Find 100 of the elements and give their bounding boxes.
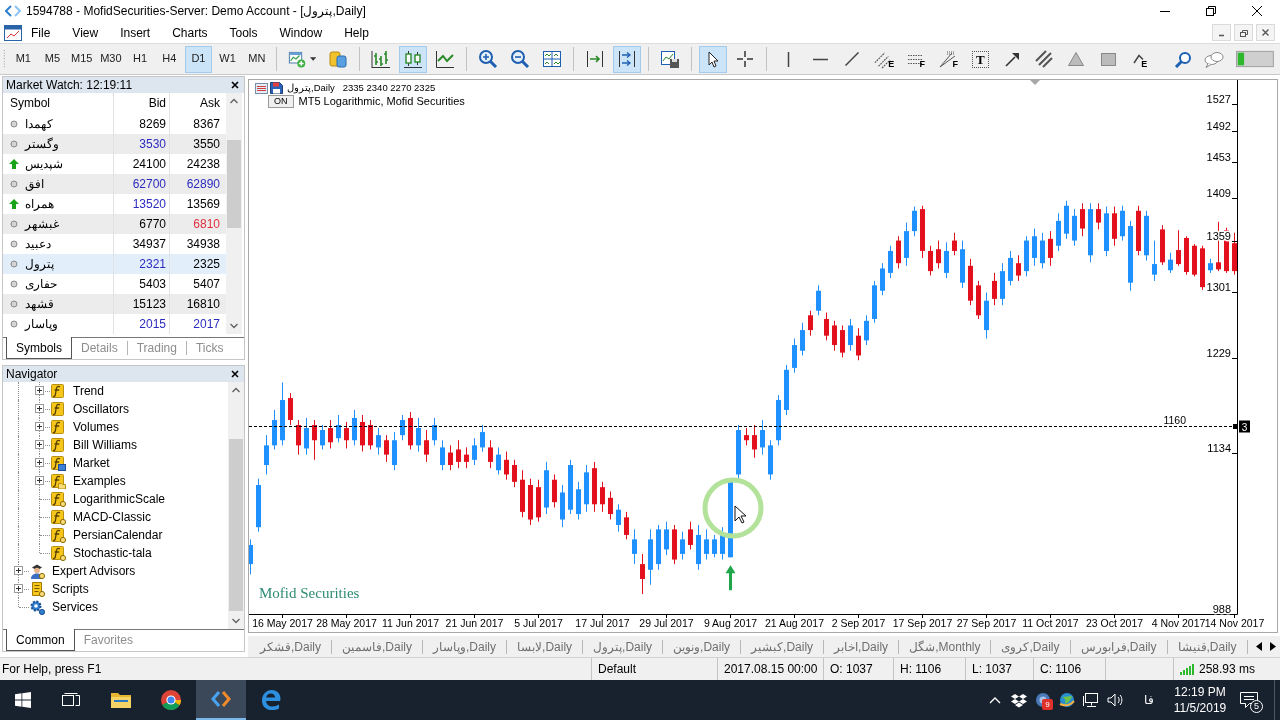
notifications-button[interactable]: 5	[1230, 680, 1268, 720]
candle	[664, 521, 669, 556]
chart-tab[interactable]: وپاسار,Daily	[423, 639, 508, 654]
timeframe-button[interactable]: MN	[243, 45, 271, 73]
chart-tab[interactable]: ونوین,Daily	[663, 639, 742, 654]
candle	[904, 222, 909, 267]
tree-item[interactable]: PersianCalendar	[73, 527, 163, 543]
expand-toggle[interactable]	[35, 422, 44, 431]
menu-item[interactable]: Window	[268, 22, 334, 43]
chart-restore-button[interactable]	[1234, 24, 1253, 41]
menu-item[interactable]: Charts	[161, 22, 219, 43]
expand-toggle[interactable]	[14, 584, 23, 593]
panel-tab[interactable]: Common	[6, 629, 75, 651]
panel-tab[interactable]: Ticks	[185, 341, 233, 355]
candle	[560, 484, 565, 528]
chart-close-button[interactable]	[1256, 24, 1275, 41]
text-tool-button[interactable]: T	[966, 45, 995, 73]
column-header[interactable]: Bid	[113, 93, 169, 114]
channel-button[interactable]: E	[870, 45, 899, 73]
tree-item[interactable]: Oscillators	[73, 401, 129, 417]
bid-price: 2015	[139, 316, 166, 332]
tree-item[interactable]: Bill Williams	[73, 437, 137, 453]
close-icon[interactable]	[231, 81, 239, 89]
auto-scroll-button[interactable]	[613, 45, 642, 73]
ask-price: 62890	[186, 176, 220, 192]
tree-item[interactable]: Scripts	[52, 581, 89, 597]
menu-item[interactable]: Insert	[109, 22, 162, 43]
symbol-name: وگستر	[25, 136, 59, 152]
tree-item[interactable]: Market	[73, 455, 110, 471]
timeframe-button[interactable]: M30	[97, 45, 125, 73]
globe-icon[interactable]	[1059, 692, 1075, 708]
close-icon[interactable]	[231, 370, 239, 378]
candlestick-button[interactable]	[399, 45, 428, 73]
scroll-left-icon[interactable]	[1256, 642, 1262, 651]
chart-tab[interactable]: کبشیر,Daily	[741, 639, 825, 654]
tree-item[interactable]: Volumes	[73, 419, 120, 435]
menu-item[interactable]: View	[61, 22, 110, 43]
tree-item[interactable]: Examples	[73, 473, 126, 489]
candle	[440, 439, 445, 471]
tree-item[interactable]: MACD-Classic	[73, 509, 151, 525]
expand-toggle[interactable]	[35, 440, 44, 449]
cursor-button[interactable]	[699, 45, 728, 73]
menu-item[interactable]: Tools	[218, 22, 269, 43]
candle	[864, 314, 869, 346]
column-header[interactable]: Symbol	[3, 93, 113, 114]
candle	[352, 409, 357, 446]
vertical-line-icon	[786, 51, 790, 67]
timeframe-button[interactable]: M15	[68, 45, 96, 73]
timeframe-button[interactable]: H1	[126, 45, 154, 73]
chart-tab[interactable]: پترول,Daily	[583, 639, 664, 654]
candle	[816, 284, 821, 316]
speaker-icon[interactable]	[1107, 692, 1123, 708]
language-indicator[interactable]: فا	[1127, 692, 1170, 708]
scrollbar[interactable]	[228, 382, 244, 629]
timeframe-button[interactable]: W1	[214, 45, 242, 73]
timeframe-button[interactable]: M1	[9, 45, 37, 73]
menu-item[interactable]: File	[20, 22, 62, 43]
open-box-icon[interactable]	[1011, 692, 1027, 708]
scrollbar[interactable]	[226, 93, 242, 334]
candle	[936, 240, 941, 269]
tree-item[interactable]: Expert Advisors	[52, 563, 136, 579]
scroll-right-icon[interactable]	[1270, 642, 1276, 651]
task-view-icon	[61, 692, 81, 708]
timeframe-button[interactable]: H4	[155, 45, 183, 73]
menu-item[interactable]: Help	[333, 22, 380, 43]
date-label: 2 Sep 2017	[831, 617, 886, 629]
candle	[1024, 235, 1029, 277]
terminal-button[interactable]	[196, 680, 246, 720]
chart-tab[interactable]: فرابورس,Daily	[1070, 639, 1168, 654]
tree-item[interactable]: Trend	[73, 383, 104, 399]
chart-tab[interactable]: لابسا,Daily	[507, 639, 584, 654]
fibonacci-fan-button[interactable]: F	[934, 45, 963, 73]
expand-toggle[interactable]	[14, 566, 23, 575]
candle	[840, 324, 845, 358]
monitor-icon[interactable]	[1083, 692, 1099, 708]
timeframe-button[interactable]: M5	[38, 45, 67, 73]
tree-item[interactable]: Stochastic-tala	[73, 545, 152, 561]
expand-toggle[interactable]	[35, 404, 44, 413]
chart-tab[interactable]: قشکر,Daily	[250, 639, 332, 654]
clock-time[interactable]: 12:19 PM	[1174, 684, 1226, 700]
chart-tab[interactable]: شگل,Monthly	[899, 639, 992, 654]
candle	[576, 481, 581, 520]
chart-tab[interactable]: فاسمین,Daily	[332, 639, 424, 654]
wave-button[interactable]: E	[1126, 45, 1155, 73]
indicator-toggle[interactable]: ON	[268, 95, 294, 109]
candle	[280, 381, 285, 446]
clock-date[interactable]: 11/5/2019	[1173, 700, 1227, 716]
chevron-up-icon[interactable]	[989, 695, 1001, 705]
timeframe-button[interactable]: D1	[184, 45, 212, 73]
expand-toggle[interactable]	[35, 386, 44, 395]
tree-item[interactable]: LogarithmicScale	[73, 491, 166, 507]
chart-tab[interactable]: اخابر,Daily	[824, 639, 900, 654]
tree-item[interactable]: Services	[52, 599, 98, 615]
fibonacci-button[interactable]: F	[902, 45, 931, 73]
expand-toggle[interactable]	[35, 458, 44, 467]
chart-tab[interactable]: قنیشا,Daily	[1167, 639, 1248, 654]
expand-toggle[interactable]	[35, 476, 44, 485]
chart-tab[interactable]: کروی,Daily	[991, 639, 1071, 654]
bid-price: 13520	[132, 196, 166, 212]
panel-tab[interactable]: Symbols	[6, 337, 72, 359]
